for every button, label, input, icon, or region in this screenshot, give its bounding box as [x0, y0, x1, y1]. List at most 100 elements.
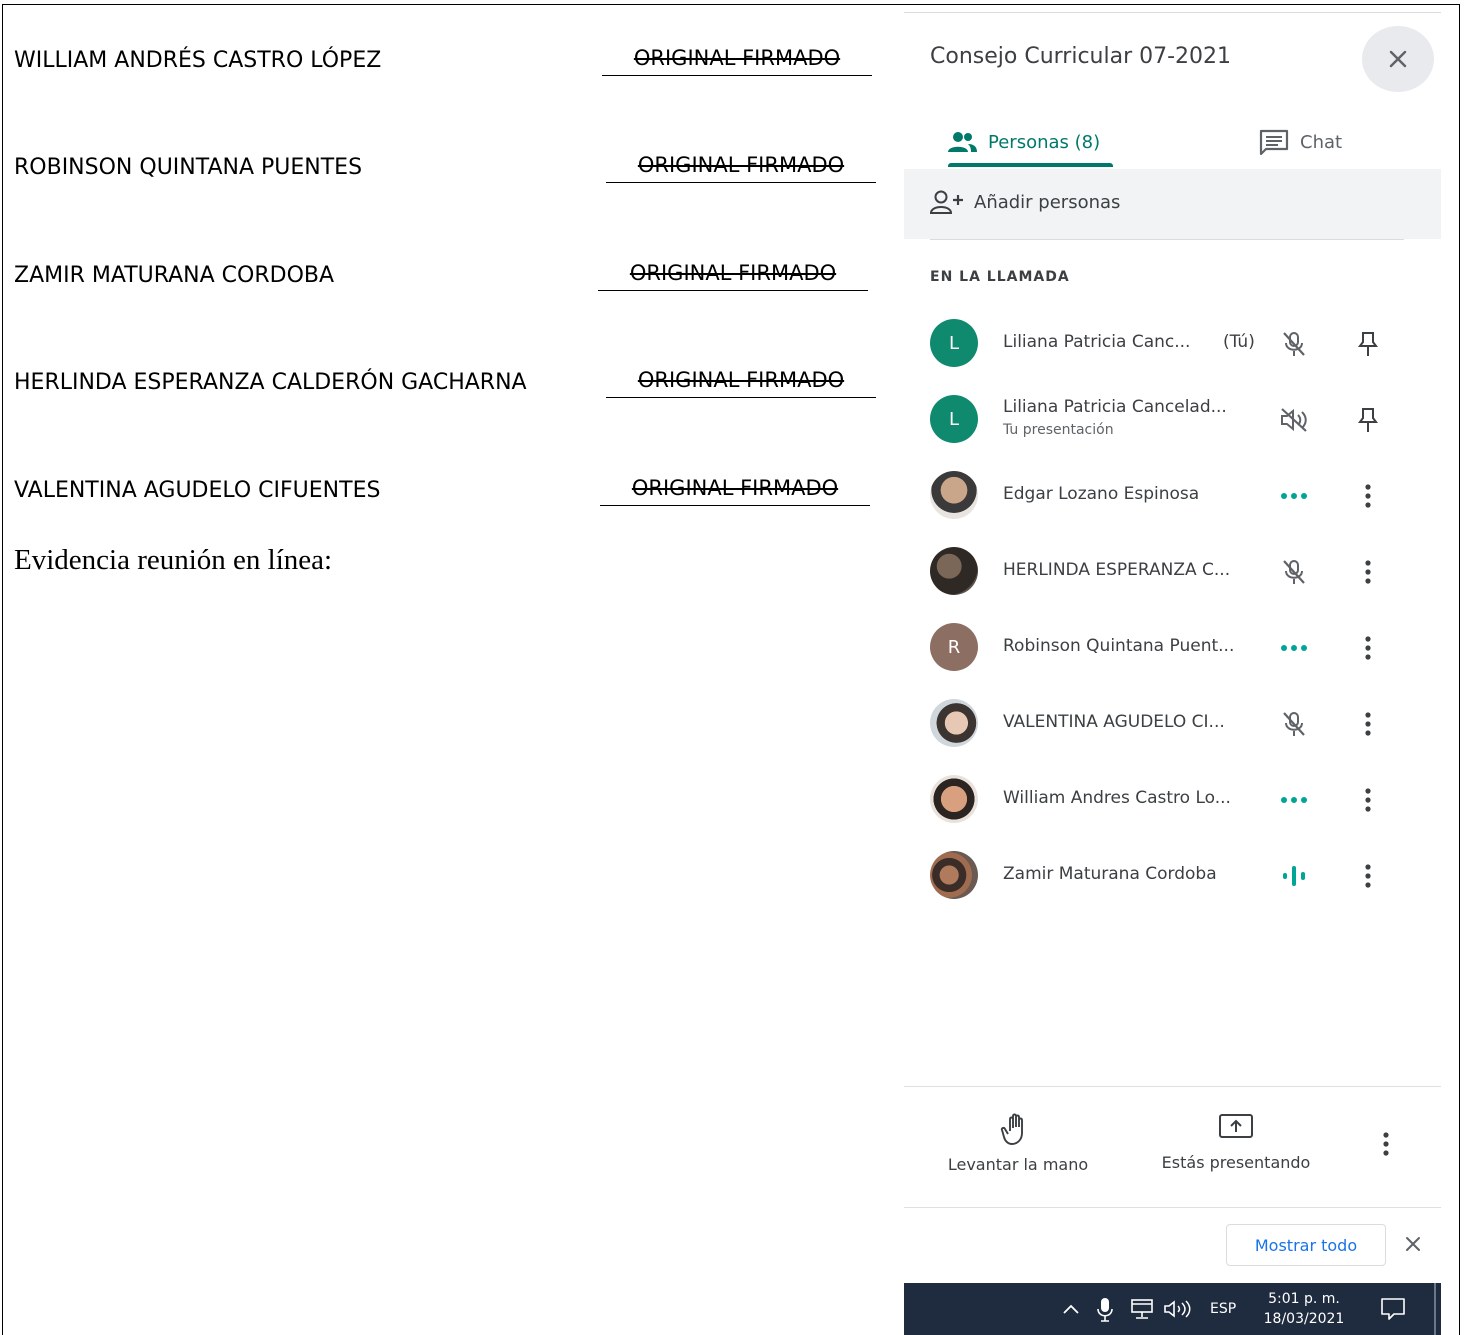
- chat-icon: [1259, 129, 1289, 156]
- signature-line: ORIGINAL FIRMADO: [606, 368, 876, 398]
- participant-row[interactable]: L Liliana Patricia Canc... (Tú): [904, 311, 1441, 371]
- volume-icon[interactable]: [1162, 1283, 1194, 1335]
- mic-off-icon: [1278, 557, 1310, 587]
- present-screen-icon: [1219, 1114, 1253, 1138]
- tab-chat[interactable]: Chat: [1258, 117, 1342, 167]
- people-icon: [948, 132, 977, 152]
- more-options-button[interactable]: [1352, 785, 1384, 815]
- more-options-button[interactable]: [1352, 861, 1384, 891]
- clock[interactable]: 5:01 p. m. 18/03/2021: [1260, 1289, 1348, 1329]
- signer-name: HERLINDA ESPERANZA CALDERÓN GACHARNA: [14, 370, 527, 395]
- microphone-icon[interactable]: [1097, 1283, 1113, 1335]
- close-icon: [1406, 1237, 1420, 1251]
- close-icon: [1389, 50, 1407, 68]
- avatar: [930, 851, 978, 899]
- more-options-button[interactable]: [1352, 557, 1384, 587]
- signature-row: VALENTINA AGUDELO CIFUENTES ORIGINAL FIR…: [14, 476, 894, 518]
- participant-name: William Andres Castro Lo...: [1003, 788, 1231, 808]
- show-desktop-edge[interactable]: [1434, 1283, 1436, 1335]
- participant-name: Zamir Maturana Cordoba: [1003, 864, 1217, 884]
- more-vert-icon: [1365, 484, 1371, 508]
- more-vert-icon: [1365, 712, 1371, 736]
- avatar: R: [930, 623, 978, 671]
- tab-chat-label: Chat: [1300, 131, 1343, 153]
- signer-name: WILLIAM ANDRÉS CASTRO LÓPEZ: [14, 48, 382, 73]
- more-options-button[interactable]: [1352, 481, 1384, 511]
- tab-people[interactable]: Personas (8): [946, 117, 1100, 167]
- participant-name: Liliana Patricia Canc...: [1003, 332, 1191, 352]
- divider: [904, 1207, 1441, 1208]
- language-indicator[interactable]: ESP: [1210, 1283, 1236, 1335]
- speaker-muted-icon: [1278, 405, 1310, 435]
- network-icon[interactable]: [1130, 1283, 1154, 1335]
- pin-button[interactable]: [1352, 329, 1384, 359]
- avatar: [930, 775, 978, 823]
- signature-row: HERLINDA ESPERANZA CALDERÓN GACHARNA ORI…: [14, 368, 894, 410]
- mic-off-icon: [1278, 329, 1310, 359]
- participant-row[interactable]: William Andres Castro Lo...: [904, 767, 1441, 827]
- more-options-button[interactable]: [1352, 633, 1384, 663]
- participant-name: Liliana Patricia Cancelad...: [1003, 397, 1227, 417]
- participant-row[interactable]: R Robinson Quintana Puent...: [904, 615, 1441, 675]
- signature-line: ORIGINAL FIRMADO: [598, 261, 868, 291]
- more-vert-icon: [1365, 788, 1371, 812]
- signer-name: ROBINSON QUINTANA PUENTES: [14, 155, 363, 180]
- notification-icon[interactable]: [1380, 1283, 1406, 1335]
- speaking-bars-icon: [1278, 861, 1310, 891]
- evidence-label: Evidencia reunión en línea:: [14, 544, 333, 576]
- pin-icon: [1358, 332, 1378, 356]
- raise-hand-icon: [1000, 1113, 1023, 1145]
- dismiss-button[interactable]: [1404, 1235, 1422, 1257]
- show-all-button[interactable]: Mostrar todo: [1226, 1224, 1386, 1266]
- windows-taskbar: ESP 5:01 p. m. 18/03/2021: [904, 1283, 1441, 1335]
- add-people-bar: Añadir personas: [904, 169, 1441, 239]
- dots-indicator-icon: [1278, 785, 1310, 815]
- signer-name: ZAMIR MATURANA CORDOBA: [14, 263, 335, 288]
- active-tab-indicator: [948, 163, 1113, 167]
- more-vert-icon: [1365, 560, 1371, 584]
- participant-row[interactable]: VALENTINA AGUDELO CI...: [904, 691, 1441, 751]
- more-vert-icon: [1383, 1132, 1389, 1156]
- signature-row: ZAMIR MATURANA CORDOBA ORIGINAL FIRMADO: [14, 261, 894, 303]
- participant-name: VALENTINA AGUDELO CI...: [1003, 712, 1225, 732]
- participant-row[interactable]: Edgar Lozano Espinosa: [904, 463, 1441, 523]
- signature-row: WILLIAM ANDRÉS CASTRO LÓPEZ ORIGINAL FIR…: [14, 46, 894, 88]
- dots-indicator-icon: [1278, 481, 1310, 511]
- chevron-up-icon[interactable]: [1062, 1283, 1080, 1335]
- signature-line: ORIGINAL FIRMADO: [606, 153, 876, 183]
- signature-row: ROBINSON QUINTANA PUENTES ORIGINAL FIRMA…: [14, 153, 894, 195]
- pin-button[interactable]: [1352, 405, 1384, 435]
- mic-off-icon: [1278, 709, 1310, 739]
- signature-line: ORIGINAL FIRMADO: [600, 476, 870, 506]
- participant-subtitle: Tu presentación: [1003, 422, 1114, 438]
- avatar: [930, 699, 978, 747]
- participant-name: HERLINDA ESPERANZA C...: [1003, 560, 1231, 580]
- participant-row[interactable]: L Liliana Patricia Cancelad... Tu presen…: [904, 387, 1441, 447]
- presenting-button[interactable]: Estás presentando: [1148, 1111, 1324, 1172]
- raise-hand-button[interactable]: Levantar la mano: [936, 1111, 1100, 1174]
- divider: [930, 239, 1404, 240]
- divider: [904, 1086, 1441, 1087]
- meet-side-panel: Consejo Curricular 07-2021 Personas (8) …: [904, 12, 1441, 1335]
- avatar: L: [930, 319, 978, 367]
- more-options-button[interactable]: [1352, 709, 1384, 739]
- participant-row[interactable]: Zamir Maturana Cordoba: [904, 843, 1441, 903]
- add-person-icon: [930, 190, 963, 214]
- clock-date: 18/03/2021: [1263, 1311, 1345, 1327]
- more-options-button[interactable]: [1382, 1131, 1390, 1161]
- participant-row[interactable]: HERLINDA ESPERANZA C...: [904, 539, 1441, 599]
- tab-people-label: Personas (8): [988, 131, 1101, 153]
- participant-name: Robinson Quintana Puent...: [1003, 636, 1235, 656]
- clock-time: 5:01 p. m.: [1268, 1291, 1340, 1307]
- presenting-label: Estás presentando: [1161, 1153, 1311, 1172]
- avatar: [930, 471, 978, 519]
- dots-indicator-icon: [1278, 633, 1310, 663]
- participant-name: Edgar Lozano Espinosa: [1003, 484, 1200, 504]
- signature-line: ORIGINAL FIRMADO: [602, 46, 872, 76]
- you-tag: (Tú): [1223, 332, 1255, 352]
- meeting-title: Consejo Curricular 07-2021: [930, 44, 1232, 69]
- raise-hand-label: Levantar la mano: [947, 1155, 1089, 1174]
- close-button[interactable]: [1362, 26, 1434, 92]
- add-people-button[interactable]: Añadir personas: [930, 189, 1120, 215]
- avatar: L: [930, 395, 978, 443]
